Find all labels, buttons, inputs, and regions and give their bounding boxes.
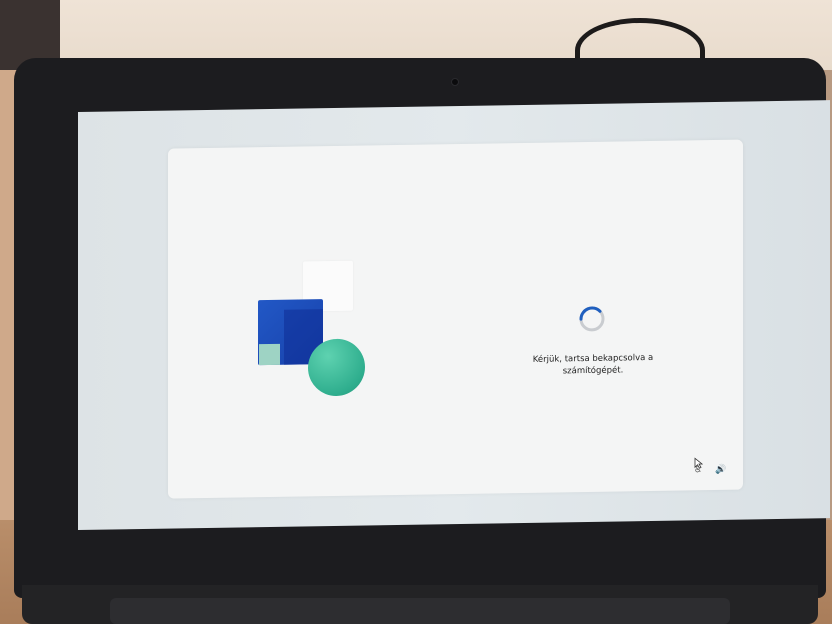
- setup-card: Kérjük, tartsa bekapcsolva a számítógépé…: [168, 139, 743, 499]
- status-message: Kérjük, tartsa bekapcsolva a számítógépé…: [520, 352, 666, 378]
- laptop-screen: Kérjük, tartsa bekapcsolva a számítógépé…: [78, 100, 830, 530]
- laptop-hinge: [110, 598, 730, 624]
- status-message-line2: számítógépét.: [562, 365, 624, 377]
- accessibility-icon[interactable]: ♿: [694, 465, 702, 475]
- volume-icon[interactable]: 🔊: [715, 465, 726, 475]
- webcam-icon: [451, 78, 459, 86]
- mint-tile: [259, 343, 280, 366]
- loading-spinner-icon: [579, 306, 605, 332]
- teal-circle: [308, 338, 365, 397]
